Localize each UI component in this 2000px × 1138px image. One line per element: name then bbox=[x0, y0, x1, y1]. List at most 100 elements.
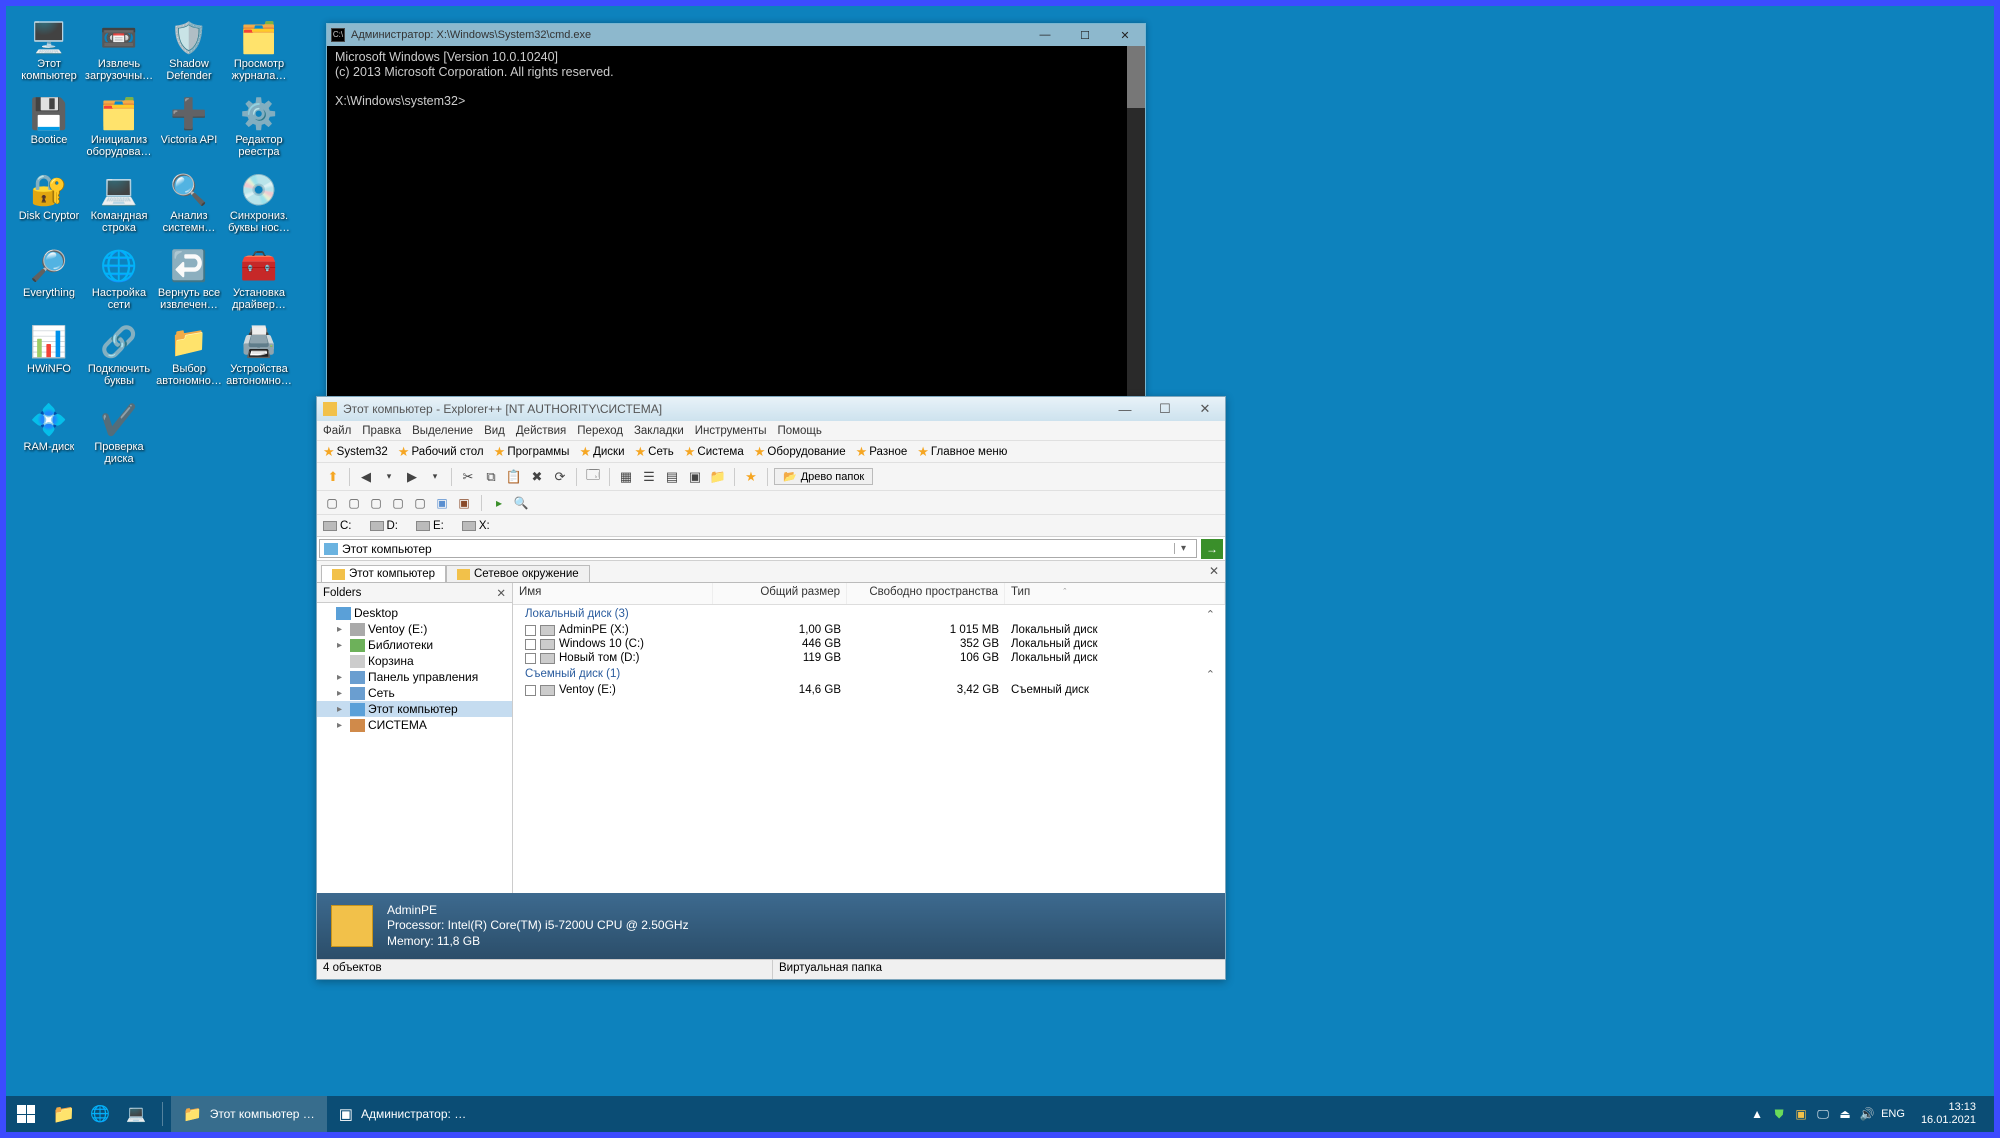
expand-arrow-icon[interactable]: ▸ bbox=[337, 720, 347, 731]
close-tab-button[interactable]: ✕ bbox=[1209, 564, 1219, 578]
view-large-icon[interactable]: ▣ bbox=[685, 467, 705, 487]
refresh-button[interactable]: ⟳ bbox=[550, 467, 570, 487]
address-dropdown[interactable]: ▾ bbox=[1174, 543, 1192, 554]
cut-button[interactable]: ✂ bbox=[458, 467, 478, 487]
menu-item[interactable]: Инструменты bbox=[695, 425, 767, 437]
menu-item[interactable]: Закладки bbox=[634, 425, 684, 437]
view-list-icon[interactable]: ☰ bbox=[639, 467, 659, 487]
tree-item[interactable]: ▸СИСТЕМА bbox=[317, 717, 512, 733]
expand-arrow-icon[interactable]: ▸ bbox=[337, 672, 347, 683]
maximize-button[interactable]: ☐ bbox=[1145, 397, 1185, 421]
col-size[interactable]: Общий размер bbox=[713, 583, 847, 604]
search-icon[interactable]: 🔍 bbox=[512, 494, 530, 512]
tray-show-hidden-icon[interactable]: ▲ bbox=[1749, 1106, 1765, 1122]
desktop-icon[interactable]: 🗂️Инициализ оборудова… bbox=[86, 94, 152, 158]
clock[interactable]: 13:13 16.01.2021 bbox=[1911, 1101, 1986, 1126]
desktop-icon[interactable]: ↩️Вернуть все извлечен… bbox=[156, 247, 222, 311]
up-button[interactable]: ⬆ bbox=[323, 467, 343, 487]
group-local-disk[interactable]: Локальный диск (3) bbox=[513, 605, 1225, 623]
menu-item[interactable]: Действия bbox=[516, 425, 566, 437]
expand-arrow-icon[interactable]: ▸ bbox=[337, 640, 347, 651]
desktop-icon[interactable]: 💿Синхрониз. буквы нос… bbox=[226, 170, 292, 234]
close-button[interactable]: ✕ bbox=[1185, 397, 1225, 421]
expand-arrow-icon[interactable]: ▸ bbox=[337, 688, 347, 699]
col-name[interactable]: Имя bbox=[513, 583, 713, 604]
paste-button[interactable]: 📋 bbox=[504, 467, 524, 487]
desktop-icon[interactable]: 🌐Настройка сети bbox=[86, 247, 152, 311]
dropdown-icon[interactable]: ▾ bbox=[425, 467, 445, 487]
cmd-titlebar[interactable]: C:\ Администратор: X:\Windows\System32\c… bbox=[327, 24, 1145, 46]
explorer-titlebar[interactable]: Этот компьютер - Explorer++ [NT AUTHORIT… bbox=[317, 397, 1225, 421]
tree-item[interactable]: ▸Библиотеки bbox=[317, 637, 512, 653]
col-free[interactable]: Свободно пространства bbox=[847, 583, 1005, 604]
minimize-button[interactable]: — bbox=[1105, 397, 1145, 421]
desktop-icon[interactable]: ➕Victoria API bbox=[156, 94, 222, 158]
column-headers[interactable]: Имя Общий размер Свободно пространства Т… bbox=[513, 583, 1225, 605]
favorite-link[interactable]: ★System32 bbox=[323, 444, 388, 460]
view-details-icon[interactable]: ▤ bbox=[662, 467, 682, 487]
menu-item[interactable]: Правка bbox=[362, 425, 401, 437]
delete-button[interactable]: ✖ bbox=[527, 467, 547, 487]
favorite-link[interactable]: ★Сеть bbox=[635, 444, 674, 460]
tool-icon[interactable]: ▢ bbox=[323, 494, 341, 512]
desktop-icon[interactable]: 💠RAM-диск bbox=[16, 401, 82, 465]
tray-monitor-icon[interactable]: 🖵 bbox=[1815, 1106, 1831, 1122]
menu-item[interactable]: Вид bbox=[484, 425, 505, 437]
minimize-button[interactable]: — bbox=[1025, 24, 1065, 46]
desktop-icon[interactable]: 🛡️Shadow Defender bbox=[156, 18, 222, 82]
tool-icon[interactable]: ▢ bbox=[411, 494, 429, 512]
expand-arrow-icon[interactable]: ▸ bbox=[337, 704, 347, 715]
drive-row[interactable]: Новый том (D:)119 GB106 GBЛокальный диск bbox=[513, 651, 1225, 665]
tray-app-icon[interactable]: ▣ bbox=[1793, 1106, 1809, 1122]
drive-row[interactable]: AdminPE (X:)1,00 GB1 015 MBЛокальный дис… bbox=[513, 623, 1225, 637]
menu-item[interactable]: Переход bbox=[577, 425, 623, 437]
favorite-link[interactable]: ★Оборудование bbox=[754, 444, 846, 460]
copy-button[interactable]: ⧉ bbox=[481, 467, 501, 487]
tray-volume-icon[interactable]: 🔊 bbox=[1859, 1106, 1875, 1122]
desktop-icon[interactable]: 💾Bootice bbox=[16, 94, 82, 158]
star-button[interactable]: ★ bbox=[741, 467, 761, 487]
cmd-output[interactable]: Microsoft Windows [Version 10.0.10240] (… bbox=[327, 46, 1145, 396]
favorite-link[interactable]: ★Диски bbox=[579, 444, 624, 460]
drive-row[interactable]: Windows 10 (C:)446 GB352 GBЛокальный дис… bbox=[513, 637, 1225, 651]
desktop-icon[interactable]: 🗂️Просмотр журнала… bbox=[226, 18, 292, 82]
desktop-icon[interactable]: 🔐Disk Cryptor bbox=[16, 170, 82, 234]
desktop-icon[interactable]: 📼Извлечь загрузочны… bbox=[86, 18, 152, 82]
tree-item[interactable]: Корзина bbox=[317, 653, 512, 669]
language-indicator[interactable]: ENG bbox=[1881, 1108, 1905, 1120]
tab[interactable]: Сетевое окружение bbox=[446, 565, 590, 582]
dropdown-icon[interactable]: ▾ bbox=[379, 467, 399, 487]
tree-item[interactable]: ▸Панель управления bbox=[317, 669, 512, 685]
go-button[interactable]: → bbox=[1201, 539, 1223, 559]
maximize-button[interactable]: ☐ bbox=[1065, 24, 1105, 46]
group-removable-disk[interactable]: Съемный диск (1) bbox=[513, 665, 1225, 683]
desktop-icon[interactable]: ✔️Проверка диска bbox=[86, 401, 152, 465]
drive-shortcut[interactable]: E: bbox=[416, 520, 444, 532]
desktop-icon[interactable]: 📁Выбор автономно… bbox=[156, 323, 222, 389]
drive-shortcut[interactable]: D: bbox=[370, 520, 399, 532]
tab[interactable]: Этот компьютер bbox=[321, 565, 446, 582]
menu-item[interactable]: Файл bbox=[323, 425, 351, 437]
tree-item[interactable]: ▸Сеть bbox=[317, 685, 512, 701]
forward-button[interactable]: ▶ bbox=[402, 467, 422, 487]
folder-tree-toggle[interactable]: 📂Древо папок bbox=[774, 468, 873, 485]
checkbox[interactable] bbox=[525, 685, 536, 696]
checkbox[interactable] bbox=[525, 653, 536, 664]
desktop-icon[interactable]: 🔍Анализ системн… bbox=[156, 170, 222, 234]
desktop-icon[interactable]: 🔗Подключить буквы всех… bbox=[86, 323, 152, 389]
favorite-link[interactable]: ★Программы bbox=[494, 444, 570, 460]
desktop-icon[interactable]: 🖥️Этот компьютер bbox=[16, 18, 82, 82]
menu-item[interactable]: Выделение bbox=[412, 425, 473, 437]
favorite-link[interactable]: ★Система bbox=[684, 444, 744, 460]
checkbox[interactable] bbox=[525, 625, 536, 636]
start-button[interactable] bbox=[6, 1096, 46, 1132]
address-input[interactable]: Этот компьютер ▾ bbox=[319, 539, 1197, 558]
desktop-icon[interactable]: 🔎Everything bbox=[16, 247, 82, 311]
tool-icon[interactable]: ▣ bbox=[455, 494, 473, 512]
drive-shortcut[interactable]: C: bbox=[323, 520, 352, 532]
drive-row[interactable]: Ventoy (E:)14,6 GB3,42 GBСъемный диск bbox=[513, 683, 1225, 697]
scrollbar[interactable] bbox=[1127, 46, 1145, 396]
desktop-icon[interactable]: ⚙️Редактор реестра bbox=[226, 94, 292, 158]
close-button[interactable]: ✕ bbox=[1105, 24, 1145, 46]
tree-item[interactable]: ▸Ventoy (E:) bbox=[317, 621, 512, 637]
